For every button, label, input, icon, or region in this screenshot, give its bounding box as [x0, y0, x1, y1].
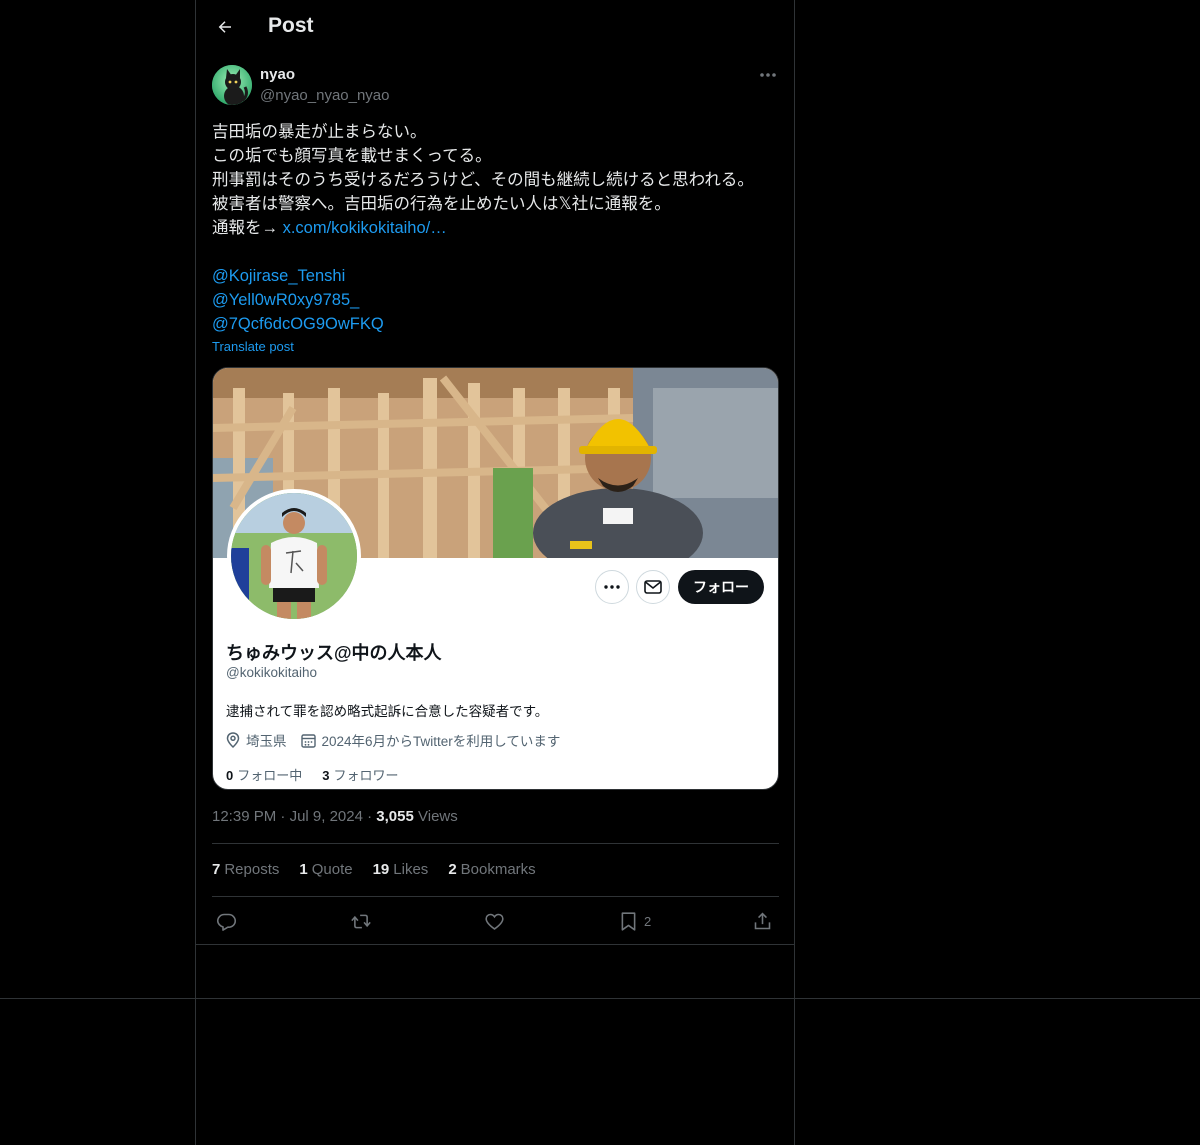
share-icon: [754, 912, 771, 929]
post-line-report: 通報を→ x.com/kokikokitaiho/…: [212, 216, 782, 240]
bookmarks-label: Bookmarks: [460, 861, 536, 878]
profile-joined: 2024年6月からTwitterを利用しています: [321, 734, 561, 749]
reply-button[interactable]: [216, 906, 237, 936]
bookmarks-count: 2: [448, 861, 457, 878]
post-line: 刑事罰はそのうち受けるだろうけど、その間も継続し続けると思われる。: [212, 171, 754, 189]
reply-icon: [216, 913, 237, 931]
calendar-icon: [300, 733, 316, 748]
post-timestamp: 12:39 PM · Jul 9, 2024 · 3,055 Views: [212, 808, 458, 825]
profile-more-button: [595, 570, 629, 604]
bookmark-button[interactable]: 2: [619, 906, 651, 936]
followers-count: 3: [322, 768, 330, 783]
following-label: フォロー中: [237, 768, 303, 783]
header: Post: [196, 0, 794, 54]
quotes-label: Quote: [311, 861, 353, 878]
page-title: Post: [268, 14, 314, 37]
black-cat-avatar: [212, 65, 252, 105]
back-button[interactable]: [208, 10, 242, 44]
following-stat: 0 フォロー中: [226, 765, 302, 784]
more-horizontal-icon: [604, 585, 620, 589]
views-count: 3,055: [376, 808, 414, 825]
following-count: 0: [226, 768, 234, 783]
views-label: Views: [418, 808, 458, 825]
divider: [212, 896, 779, 897]
like-button[interactable]: [484, 906, 505, 936]
likes-count: 19: [372, 861, 390, 878]
more-horizontal-icon: [760, 73, 776, 77]
more-options-button[interactable]: [756, 64, 780, 86]
arrow-left-icon: [218, 21, 231, 33]
mention-link[interactable]: @7Qcf6dcOG9OwFKQ: [212, 312, 782, 336]
profile-bio: 逮捕されて罪を認め略式起訴に合意した容疑者です。: [226, 704, 549, 719]
engagement-stats: 7 Reposts 1 Quote 19 Likes 2 Bookmarks: [212, 861, 536, 878]
repost-icon: [351, 914, 371, 928]
message-button: [636, 570, 670, 604]
profile-handle: @kokikokitaiho: [226, 665, 317, 680]
followers-stat: 3 フォロワー: [322, 765, 398, 784]
post-text: 吉田垢の暴走が止まらない。 この垢でも顔写真を載せまくってる。 刑事罰はそのうち…: [212, 120, 782, 336]
mention-link[interactable]: @Yell0wR0xy9785_: [212, 288, 782, 312]
bookmark-icon: [621, 911, 636, 931]
divider: [212, 843, 779, 844]
embedded-profile-screenshot[interactable]: フォロー ちゅみウッス@中の人本人 @kokikokitaiho 逮捕されて罪を…: [212, 367, 779, 790]
location-pin-icon: [226, 732, 240, 748]
author-name[interactable]: nyao: [260, 66, 295, 83]
likes-stat[interactable]: 19 Likes: [373, 861, 429, 878]
quotes-stat[interactable]: 1 Quote: [299, 861, 352, 878]
bookmark-count: 2: [644, 913, 652, 929]
post-time[interactable]: 12:39 PM: [212, 808, 276, 825]
reposts-count: 7: [212, 861, 221, 878]
post-column: Post nyao @nyao_nyao_nyao 吉田垢の暴走が止まらない。 …: [195, 0, 795, 1145]
profile-meta: 埼玉県 2024年6月からTwitterを利用しています: [226, 730, 560, 750]
post-date[interactable]: Jul 9, 2024: [290, 808, 363, 825]
separator-dot: ·: [280, 808, 286, 825]
action-bar: 2: [196, 906, 794, 936]
followers-label: フォロワー: [333, 768, 399, 783]
report-prefix: 通報を→: [212, 219, 283, 237]
mention-link[interactable]: @Kojirase_Tenshi: [212, 264, 782, 288]
quotes-count: 1: [299, 861, 308, 878]
translate-post-link[interactable]: Translate post: [212, 339, 294, 354]
share-button[interactable]: [752, 906, 773, 936]
reposts-stat[interactable]: 7 Reposts: [212, 861, 279, 878]
person-photo-image: [231, 493, 357, 619]
profile-picture: [227, 489, 361, 623]
post-line: 被害者は警察へ。吉田垢の行為を止めたい人は𝕏社に通報を。: [212, 195, 671, 213]
post-line: この垢でも顔写真を載せまくってる。: [212, 147, 492, 165]
avatar[interactable]: [212, 65, 252, 105]
follow-button: フォロー: [678, 570, 764, 604]
separator-dot: ·: [367, 808, 373, 825]
page: Post nyao @nyao_nyao_nyao 吉田垢の暴走が止まらない。 …: [0, 0, 1200, 1145]
author-handle[interactable]: @nyao_nyao_nyao: [260, 87, 390, 104]
divider: [196, 944, 794, 945]
profile-location: 埼玉県: [246, 734, 287, 749]
likes-label: Likes: [393, 861, 429, 878]
reposts-label: Reposts: [224, 861, 280, 878]
post-line: 吉田垢の暴走が止まらない。: [212, 123, 427, 141]
heart-icon: [485, 913, 504, 930]
profile-name: ちゅみウッス@中の人本人: [226, 643, 442, 663]
repost-button[interactable]: [350, 906, 372, 936]
profile-follow-stats: 0 フォロー中 3 フォロワー: [226, 765, 399, 784]
bookmarks-stat[interactable]: 2 Bookmarks: [448, 861, 535, 878]
envelope-icon: [644, 580, 662, 594]
report-link[interactable]: x.com/kokikokitaiho/…: [283, 219, 447, 237]
